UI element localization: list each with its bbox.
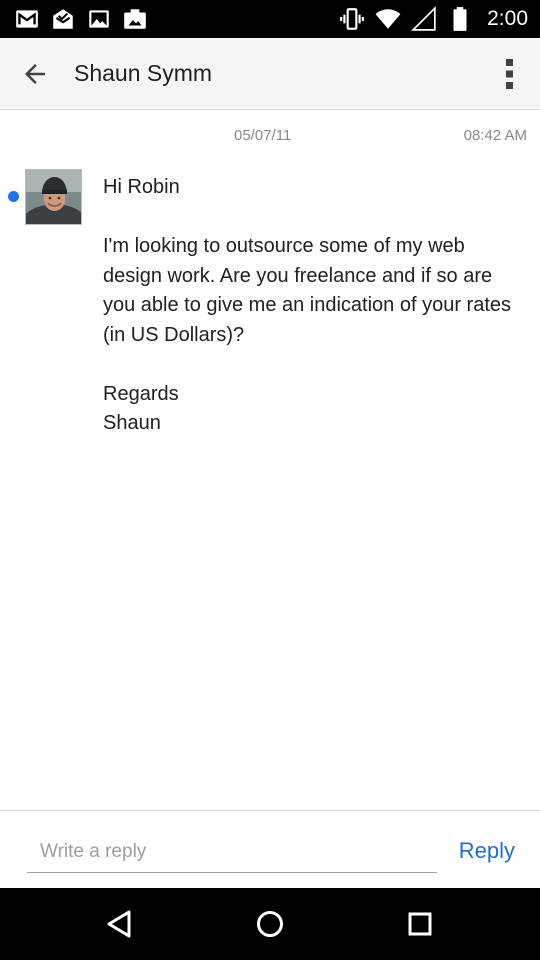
reply-button[interactable]: Reply: [459, 838, 515, 864]
inbox-icon: [53, 9, 73, 29]
sender-avatar[interactable]: [25, 169, 82, 225]
nav-back-button[interactable]: [102, 906, 138, 942]
wifi-icon: [375, 9, 401, 29]
back-button[interactable]: [16, 56, 54, 92]
status-bar: 2:00: [0, 0, 540, 38]
nav-recents-button[interactable]: [402, 906, 438, 942]
vibrate-icon: [340, 8, 365, 30]
conversation-title: Shaun Symm: [74, 60, 213, 86]
system-icons: 2:00: [339, 6, 528, 32]
navigation-bar: [0, 888, 540, 960]
recents-square-icon: [408, 912, 432, 936]
image-icon: [89, 10, 109, 28]
message-body: Hi Robin I'm looking to outsource some o…: [103, 173, 523, 439]
reply-bar: Reply: [0, 810, 540, 888]
back-triangle-icon: [107, 910, 131, 938]
nav-home-button[interactable]: [252, 906, 288, 942]
cell-signal-icon: [411, 6, 436, 31]
avatar-photo: [26, 170, 81, 224]
message-signoff: Regards Shaun: [103, 382, 179, 435]
gmail-icon: [16, 10, 38, 28]
overflow-menu-button[interactable]: [498, 56, 522, 92]
battery-icon: [453, 7, 467, 31]
message-date: 05/07/11: [234, 127, 292, 144]
reply-input[interactable]: [27, 831, 437, 873]
clock: 2:00: [487, 7, 528, 30]
notification-icons: [14, 6, 148, 32]
message-paragraph: I'm looking to outsource some of my web …: [103, 235, 512, 346]
app-bar: Shaun Symm: [0, 38, 540, 110]
photos-icon: [124, 9, 146, 29]
arrow-back-icon: [25, 64, 45, 84]
unread-indicator: [8, 191, 19, 202]
home-circle-icon: [257, 911, 283, 937]
message-time: 08:42 AM: [463, 127, 527, 144]
message-greeting: Hi Robin: [103, 176, 180, 198]
more-vert-icon: [506, 59, 513, 89]
